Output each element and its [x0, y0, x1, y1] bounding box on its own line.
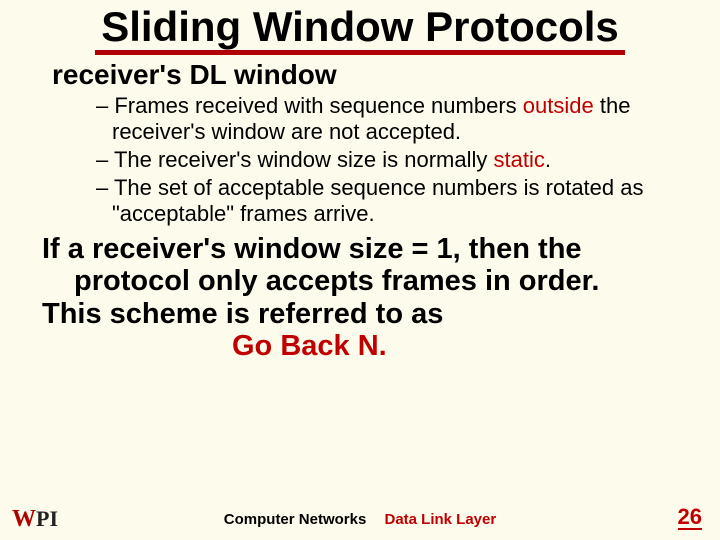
footer-course: Computer Networks — [224, 511, 367, 528]
bullet-emph: static — [494, 147, 545, 172]
footer-center: Computer Networks Data Link Layer — [0, 511, 720, 528]
bullet-emph: outside — [523, 93, 594, 118]
bullet-text: . — [545, 147, 551, 172]
page-number: 26 — [678, 505, 702, 530]
list-item: The receiver's window size is normally s… — [96, 147, 670, 173]
slide-footer: W PI Computer Networks Data Link Layer 2… — [0, 502, 720, 532]
go-back-n: Go Back N. — [42, 330, 670, 362]
paragraph: If a receiver's window size = 1, then th… — [42, 233, 670, 298]
list-item: The set of acceptable sequence numbers i… — [96, 175, 670, 227]
bullet-text: The receiver's window size is normally — [114, 147, 494, 172]
footer-topic: Data Link Layer — [384, 511, 496, 528]
paragraph: This scheme is referred to as — [42, 298, 443, 330]
slide-title: Sliding Window Protocols — [95, 4, 625, 55]
bullet-text: The set of acceptable sequence numbers i… — [112, 175, 644, 226]
body-paragraphs: If a receiver's window size = 1, then th… — [42, 233, 670, 363]
list-item: Frames received with sequence numbers ou… — [96, 93, 670, 145]
bullet-text: Frames received with sequence numbers — [114, 93, 522, 118]
slide-subtitle: receiver's DL window — [52, 59, 720, 91]
bullet-list: Frames received with sequence numbers ou… — [96, 93, 670, 227]
